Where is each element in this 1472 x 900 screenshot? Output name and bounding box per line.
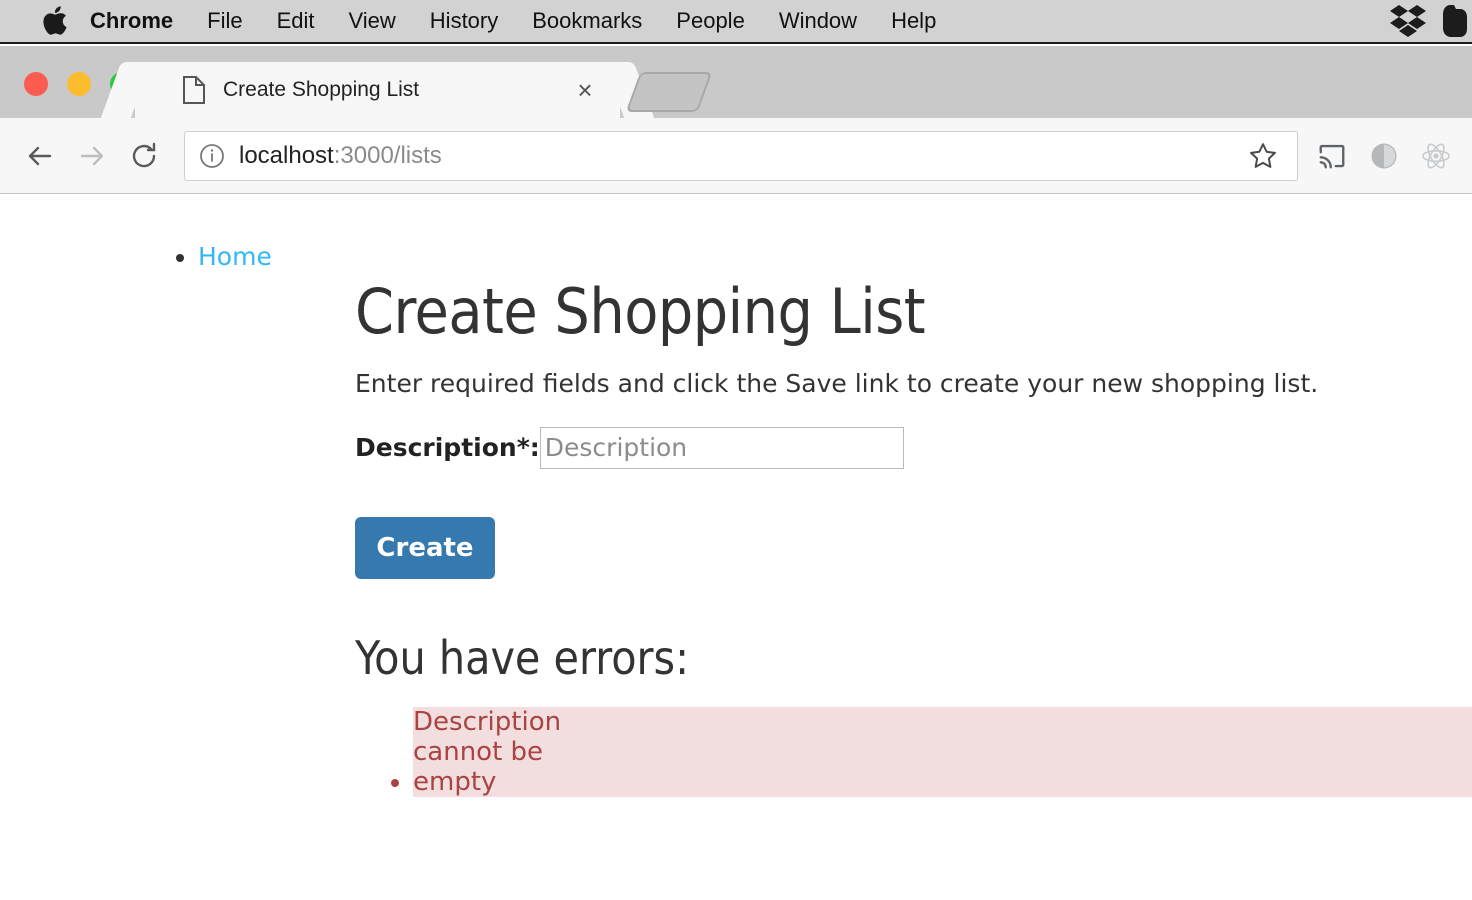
macos-menu-bar: Chrome File Edit View History Bookmarks … <box>0 0 1472 44</box>
react-devtools-icon[interactable] <box>1410 130 1462 182</box>
close-icon[interactable]: × <box>568 73 602 107</box>
arrow-left-icon[interactable] <box>14 130 66 182</box>
info-circle-icon[interactable] <box>199 143 225 169</box>
description-input[interactable] <box>539 426 904 469</box>
dropbox-icon[interactable] <box>1390 4 1426 38</box>
minimize-window-button[interactable] <box>67 72 91 96</box>
menu-item-help[interactable]: Help <box>874 0 953 42</box>
menu-item-people[interactable]: People <box>659 0 762 42</box>
errors-list: Description cannot be empty <box>355 706 1472 797</box>
arrow-right-icon <box>66 130 118 182</box>
page-content: Home Create Shopping List Enter required… <box>0 194 1472 900</box>
url-host: localhost <box>239 141 334 169</box>
apple-logo-icon[interactable] <box>32 5 78 37</box>
close-window-button[interactable] <box>24 72 48 96</box>
page-document-icon <box>183 76 205 104</box>
star-icon[interactable] <box>1243 136 1283 176</box>
chrome-browser-window: Create Shopping List × localhost:3000/li… <box>0 46 1472 900</box>
menu-item-chrome[interactable]: Chrome <box>82 0 190 42</box>
new-tab-button[interactable] <box>625 72 713 112</box>
error-message: Description cannot be empty <box>413 706 1472 797</box>
menu-bar-tray <box>1390 4 1472 38</box>
address-bar[interactable]: localhost:3000/lists <box>184 130 1298 181</box>
browser-toolbar: localhost:3000/lists <box>0 118 1472 194</box>
profile-circle-icon[interactable] <box>1358 130 1410 182</box>
url-path: :3000/lists <box>333 141 442 169</box>
page-intro-text: Enter required fields and click the Save… <box>355 369 1319 399</box>
browser-tab-active[interactable]: Create Shopping List × <box>135 62 620 118</box>
menu-item-history[interactable]: History <box>413 0 515 42</box>
cast-icon[interactable] <box>1306 130 1358 182</box>
browser-tab-title: Create Shopping List <box>223 78 420 101</box>
menu-item-view[interactable]: View <box>332 0 413 42</box>
errors-heading: You have errors: <box>355 630 690 685</box>
breadcrumb-link-home[interactable]: Home <box>198 242 272 271</box>
breadcrumb-item: Home <box>198 242 272 271</box>
error-list-item: Description cannot be empty <box>413 706 1472 797</box>
main-content: Create Shopping List Enter required fiel… <box>355 275 1472 797</box>
browser-tab-strip: Create Shopping List × <box>0 46 1472 118</box>
description-label: Description*: <box>355 433 540 463</box>
menu-item-window[interactable]: Window <box>762 0 874 42</box>
menu-item-file[interactable]: File <box>190 0 259 42</box>
description-form-row: Description*: <box>355 426 1425 469</box>
create-button[interactable]: Create <box>355 516 495 579</box>
reload-icon[interactable] <box>118 130 170 182</box>
menu-item-bookmarks[interactable]: Bookmarks <box>515 0 659 42</box>
breadcrumb: Home <box>176 242 272 271</box>
address-bar-url: localhost:3000/lists <box>239 142 442 170</box>
page-title: Create Shopping List <box>355 275 926 348</box>
menu-item-edit[interactable]: Edit <box>260 0 332 42</box>
evernote-icon[interactable] <box>1442 4 1468 38</box>
